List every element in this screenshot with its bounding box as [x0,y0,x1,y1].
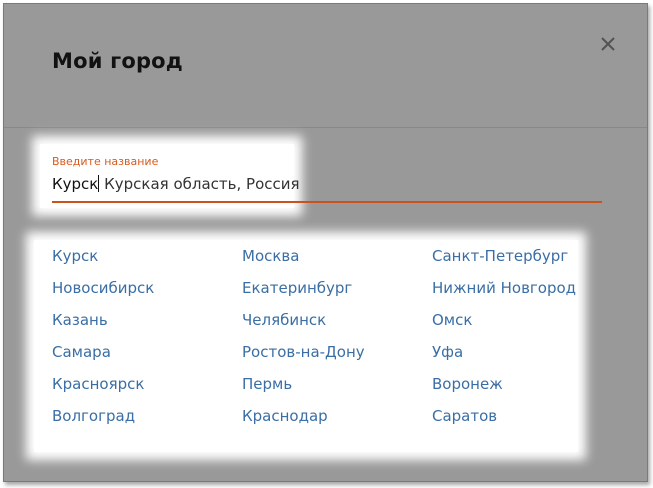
close-icon[interactable] [597,33,619,55]
city-link-krasnodar[interactable]: Краснодар [242,407,328,425]
city-link-voronezh[interactable]: Воронеж [432,375,503,393]
city-link-rostov-na-donu[interactable]: Ростов-на-Дону [242,343,365,361]
city-link-volgograd[interactable]: Волгоград [52,407,135,425]
city-link-nizhniy-novgorod[interactable]: Нижний Новгород [432,279,576,297]
city-link-perm[interactable]: Пермь [242,375,292,393]
dialog-title: Мой город [52,49,183,73]
search-field-underline [52,201,602,203]
city-link-ufa[interactable]: Уфа [432,343,463,361]
city-link-krasnoyarsk[interactable]: Красноярск [52,375,144,393]
search-suggestion[interactable]: Курская область, Россия [99,175,299,193]
window-frame: Мой город Введите название Курск Курская… [3,3,648,482]
search-field-label: Введите название [52,155,159,168]
city-link-ekaterinburg[interactable]: Екатеринбург [242,279,352,297]
search-typed-text: Курск [52,175,99,193]
city-link-kazan[interactable]: Казань [52,311,108,329]
city-link-sankt-peterburg[interactable]: Санкт-Петербург [432,247,568,265]
city-link-kursk[interactable]: Курск [52,247,98,265]
header-divider [4,127,647,128]
city-link-saratov[interactable]: Саратов [432,407,497,425]
city-link-chelyabinsk[interactable]: Челябинск [242,311,326,329]
city-search-input[interactable]: Курск Курская область, Россия [52,175,602,199]
city-link-omsk[interactable]: Омск [432,311,472,329]
city-link-moskva[interactable]: Москва [242,247,299,265]
city-link-novosibirsk[interactable]: Новосибирск [52,279,154,297]
city-link-samara[interactable]: Самара [52,343,111,361]
